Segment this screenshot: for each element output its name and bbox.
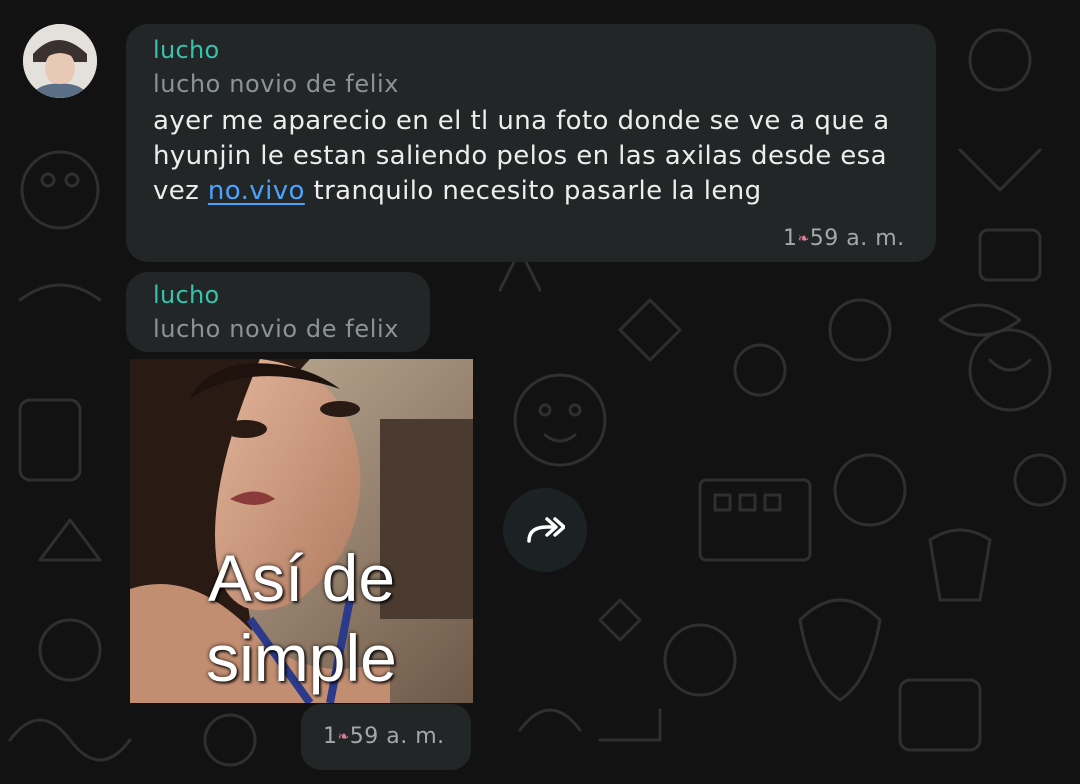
- timestamp-rest: 59 a. m.: [809, 226, 905, 251]
- forward-button[interactable]: [503, 488, 587, 572]
- timestamp-hour: 1: [783, 226, 798, 251]
- forward-arrow-icon: [527, 517, 565, 543]
- timestamp-hour: 1: [323, 724, 338, 749]
- message-bubble[interactable]: lucho lucho novio de felix ayer me apare…: [126, 24, 936, 262]
- sender-avatar[interactable]: [23, 24, 97, 98]
- paw-icon: ❧: [797, 231, 810, 247]
- message-bubble[interactable]: lucho lucho novio de felix: [126, 272, 430, 352]
- avatar-image: [23, 24, 97, 98]
- message-image[interactable]: Así de simple: [130, 359, 473, 703]
- message-text: ayer me aparecio en el tl una foto donde…: [153, 104, 913, 209]
- sender-name[interactable]: lucho: [153, 281, 219, 309]
- message-link[interactable]: no.vivo: [208, 176, 305, 206]
- sender-subtitle: lucho novio de felix: [153, 70, 400, 98]
- image-timestamp-pill: 1❧59 a. m.: [301, 704, 471, 770]
- timestamp-rest: 59 a. m.: [349, 724, 445, 749]
- sender-subtitle: lucho novio de felix: [153, 315, 400, 343]
- paw-icon: ❧: [337, 729, 350, 745]
- sender-name[interactable]: lucho: [153, 36, 219, 64]
- image-caption-line: Así de: [207, 541, 396, 615]
- message-timestamp: 1❧59 a. m.: [323, 724, 445, 749]
- message-timestamp: 1❧59 a. m.: [783, 226, 905, 251]
- message-text-part: tranquilo necesito pasarle la leng: [304, 176, 762, 206]
- image-caption-line: simple: [206, 621, 397, 695]
